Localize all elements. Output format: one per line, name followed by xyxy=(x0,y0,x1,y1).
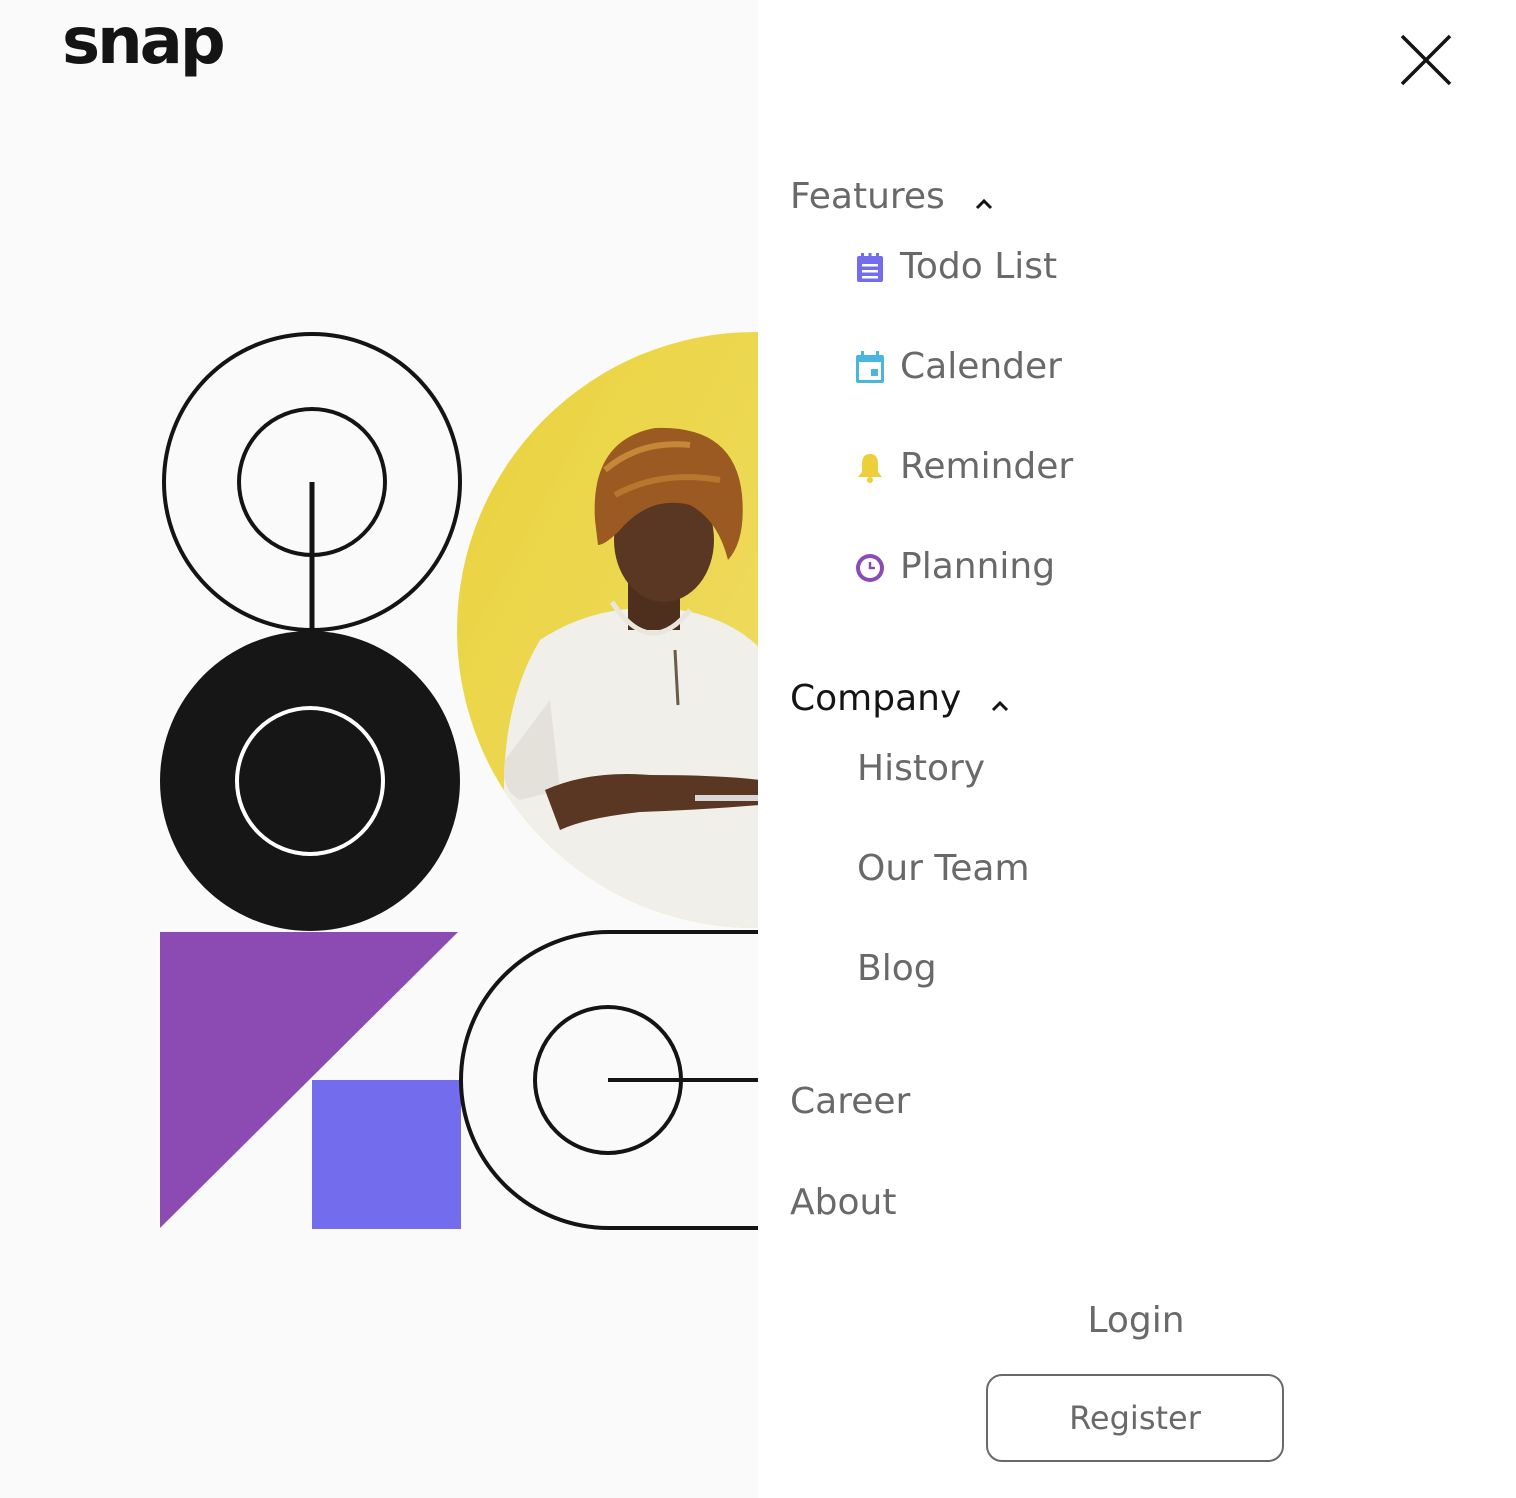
menu-item-calender[interactable]: Calender xyxy=(854,346,1062,387)
reminder-label: Reminder xyxy=(900,446,1074,487)
login-link[interactable]: Login xyxy=(986,1300,1286,1341)
calender-label: Calender xyxy=(900,346,1062,387)
menu-item-about[interactable]: About xyxy=(790,1182,896,1223)
menu-item-career[interactable]: Career xyxy=(790,1081,910,1122)
menu-item-planning[interactable]: Planning xyxy=(854,546,1055,587)
nav-drawer: Features Todo List Calender Reminder Pla… xyxy=(758,0,1516,1498)
portrait-photo xyxy=(457,332,758,928)
register-button[interactable]: Register xyxy=(986,1374,1284,1462)
chevron-up-icon xyxy=(992,700,1009,711)
features-toggle[interactable]: Features xyxy=(790,176,995,217)
menu-item-todo-list[interactable]: Todo List xyxy=(854,246,1057,287)
menu-item-history[interactable]: History xyxy=(857,748,985,789)
chevron-up-icon xyxy=(975,198,992,209)
blue-square-shape xyxy=(312,1080,461,1229)
features-label: Features xyxy=(790,176,945,217)
hero-illustration xyxy=(160,332,758,1230)
black-disc-shape xyxy=(160,631,460,931)
bell-icon xyxy=(858,453,882,483)
clock-icon xyxy=(856,553,884,582)
calendar-icon xyxy=(856,350,884,383)
company-label: Company xyxy=(790,678,962,719)
menu-item-reminder[interactable]: Reminder xyxy=(854,446,1073,487)
close-button[interactable] xyxy=(1398,32,1454,88)
menu-item-our-team[interactable]: Our Team xyxy=(857,848,1030,889)
company-toggle[interactable]: Company xyxy=(790,678,1011,719)
todo-list-icon xyxy=(857,252,883,282)
close-icon xyxy=(1400,34,1452,86)
todo-list-label: Todo List xyxy=(900,246,1058,287)
menu-item-blog[interactable]: Blog xyxy=(857,948,937,989)
planning-label: Planning xyxy=(900,546,1056,587)
